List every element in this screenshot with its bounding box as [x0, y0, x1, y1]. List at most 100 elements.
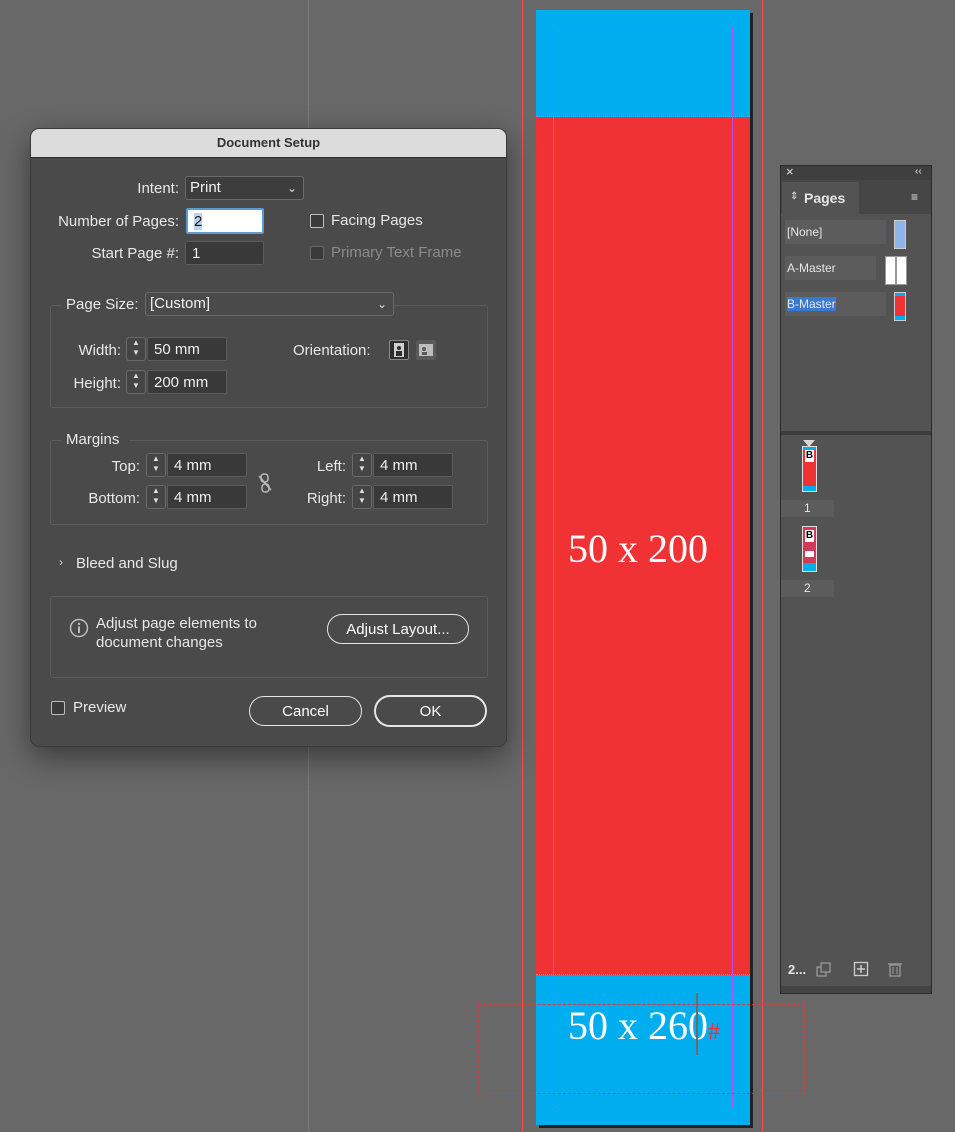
page-size-text-top-value: 50 x 200 — [568, 526, 708, 571]
chevron-down-icon: ⌄ — [376, 297, 387, 311]
width-label: Width: — [78, 342, 121, 359]
panel-divider[interactable] — [781, 431, 931, 435]
bottom-margin-value: 4 mm — [174, 489, 212, 506]
top-margin-value: 4 mm — [174, 457, 212, 474]
width-value: 50 mm — [154, 341, 200, 358]
page-count-label: 2... — [788, 962, 807, 977]
height-input[interactable]: 200 mm — [147, 370, 227, 394]
intent-label: Intent: — [137, 180, 179, 197]
collapse-icon[interactable]: ‹‹ — [915, 166, 922, 177]
page-size-select[interactable]: [Custom] ⌄ — [145, 292, 394, 316]
right-margin-stepper[interactable]: ▲ ▼ — [352, 485, 372, 509]
page-size-icon[interactable] — [815, 962, 833, 978]
page-1-number-row[interactable]: 1 — [781, 500, 834, 517]
bottom-margin-stepper[interactable]: ▲ ▼ — [146, 485, 166, 509]
master-a-thumbnail-left[interactable] — [885, 256, 896, 285]
left-margin-input[interactable]: 4 mm — [373, 453, 453, 477]
orientation-label: Orientation: — [293, 342, 371, 359]
new-page-icon[interactable] — [853, 961, 869, 977]
page-size-value: [Custom] — [150, 295, 211, 312]
height-label: Height: — [73, 375, 121, 392]
red-rectangle-edge-bottom — [536, 974, 750, 976]
page-2-thumbnail[interactable]: B — [802, 526, 817, 572]
chevron-right-icon[interactable]: › — [59, 555, 63, 569]
page-size-text-top[interactable]: 50 x 200# — [568, 525, 720, 572]
portrait-icon — [394, 343, 404, 357]
height-value: 200 mm — [154, 374, 209, 391]
preview-label: Preview — [73, 699, 127, 716]
page-1-thumb-bottom — [803, 486, 816, 491]
landscape-icon — [419, 344, 433, 356]
margins-label: Margins — [66, 431, 120, 448]
facing-pages-checkbox[interactable] — [310, 214, 324, 228]
right-margin-label: Right: — [306, 490, 346, 507]
top-margin-stepper[interactable]: ▲ ▼ — [146, 453, 166, 477]
width-stepper[interactable]: ▲ ▼ — [126, 337, 146, 361]
facing-pages-label: Facing Pages — [331, 212, 423, 229]
start-page-label: Start Page #: — [91, 245, 179, 262]
page-size-text-bottom-value: 50 x 260 — [568, 1003, 708, 1048]
master-b-thumb-bottom — [895, 316, 905, 320]
primary-text-frame-label: Primary Text Frame — [331, 244, 462, 261]
cancel-button[interactable]: Cancel — [249, 696, 362, 726]
adjust-layout-button[interactable]: Adjust Layout... — [327, 614, 469, 644]
dialog-title: Document Setup — [31, 129, 506, 158]
start-page-input[interactable]: 1 — [185, 241, 264, 265]
number-of-pages-label: Number of Pages: — [58, 213, 179, 230]
page-1-thumbnail[interactable]: B — [802, 446, 817, 492]
page-2-number: 2 — [804, 581, 811, 595]
chevron-down-icon: ⌄ — [286, 181, 297, 195]
bleed-guide-right — [762, 0, 763, 1132]
landscape-orientation-button[interactable] — [416, 340, 436, 360]
master-none[interactable]: [None] — [785, 220, 886, 244]
preview-checkbox[interactable] — [51, 701, 65, 715]
left-margin-stepper[interactable]: ▲ ▼ — [352, 453, 372, 477]
adjust-text-line2: document changes — [96, 634, 223, 651]
pages-panel: × ‹‹ ⇕ Pages ≡ [None] A-Master B-Master … — [780, 164, 932, 994]
master-none-label: [None] — [787, 225, 823, 239]
number-of-pages-input[interactable]: 2 — [186, 208, 264, 234]
master-b-label: B-Master — [787, 297, 836, 311]
page-2-master-letter: B — [805, 530, 814, 542]
bleed-guide-left — [522, 0, 523, 1132]
top-margin-label: Top: — [111, 458, 140, 475]
trash-icon[interactable] — [887, 961, 903, 977]
tab-arrows-icon: ⇕ — [790, 191, 799, 202]
left-margin-label: Left: — [316, 458, 346, 475]
master-b-thumbnail[interactable] — [894, 292, 906, 321]
master-a[interactable]: A-Master — [785, 256, 876, 280]
page-1-number: 1 — [804, 501, 811, 515]
adjust-text-line1: Adjust page elements to — [96, 615, 257, 632]
panel-titlebar — [781, 166, 931, 180]
primary-text-frame-checkbox[interactable] — [310, 246, 324, 260]
page-2-thumb-bottom — [803, 563, 816, 571]
close-icon[interactable]: × — [786, 164, 794, 179]
master-none-thumbnail[interactable] — [894, 220, 906, 249]
bottom-margin-input[interactable]: 4 mm — [167, 485, 247, 509]
document-setup-dialog: Document Setup Intent: Print ⌄ Number of… — [30, 128, 507, 747]
tab-pages-label: Pages — [804, 190, 846, 206]
portrait-orientation-button[interactable] — [389, 340, 409, 360]
intent-select[interactable]: Print ⌄ — [185, 176, 304, 200]
page-2-thumb-frame — [805, 551, 814, 557]
tab-pages[interactable]: ⇕ Pages — [782, 182, 859, 214]
top-margin-input[interactable]: 4 mm — [167, 453, 247, 477]
text-cursor — [696, 993, 698, 1055]
intent-value: Print — [190, 179, 221, 196]
panel-menu-icon[interactable]: ≡ — [911, 190, 918, 204]
master-b[interactable]: B-Master — [785, 292, 886, 316]
width-input[interactable]: 50 mm — [147, 337, 227, 361]
panel-resize-grip[interactable] — [781, 986, 931, 993]
page-1-master-letter: B — [805, 450, 814, 462]
start-page-value: 1 — [192, 245, 201, 262]
right-margin-input[interactable]: 4 mm — [373, 485, 453, 509]
info-icon — [69, 618, 89, 638]
bleed-and-slug-toggle[interactable]: Bleed and Slug — [76, 555, 178, 572]
master-a-thumbnail-right[interactable] — [896, 256, 907, 285]
right-margin-value: 4 mm — [380, 489, 418, 506]
number-of-pages-value: 2 — [194, 213, 203, 230]
ok-button[interactable]: OK — [374, 695, 487, 727]
height-stepper[interactable]: ▲ ▼ — [126, 370, 146, 394]
left-margin-value: 4 mm — [380, 457, 418, 474]
page-2-number-row[interactable]: 2 — [781, 580, 834, 597]
